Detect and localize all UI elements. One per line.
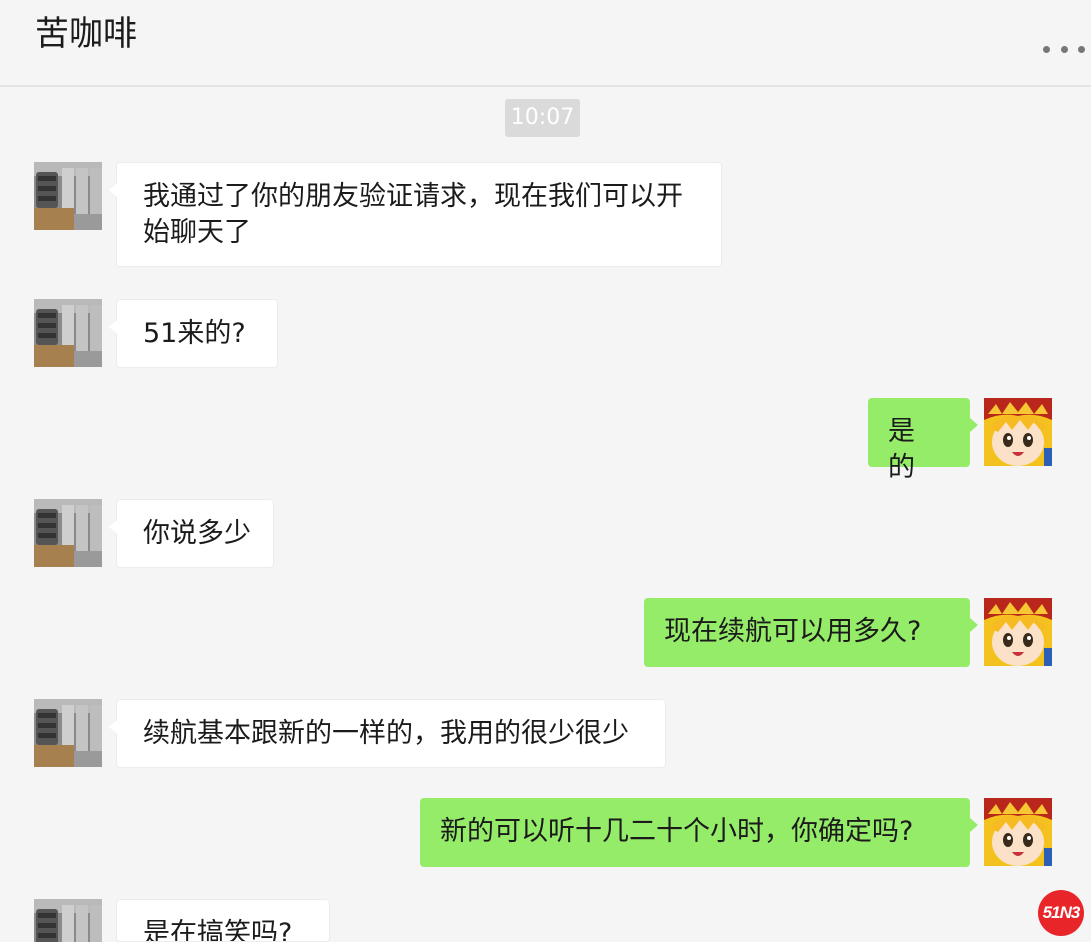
outgoing-message-bubble[interactable]: 现在续航可以用多久?: [644, 598, 978, 667]
speaker-photo-avatar[interactable]: [34, 499, 102, 567]
message-timestamp: 10:07: [505, 99, 580, 137]
site-watermark-logo: 51N3: [1038, 890, 1084, 936]
more-dots-icon[interactable]: [1043, 40, 1085, 58]
chat-title: 苦咖啡: [35, 14, 137, 54]
speaker-photo-avatar[interactable]: [34, 162, 102, 230]
speaker-photo-avatar[interactable]: [34, 699, 102, 767]
cartoon-boy-avatar[interactable]: [984, 598, 1052, 666]
incoming-message-bubble[interactable]: 是在搞笑吗?: [116, 899, 330, 942]
incoming-message-bubble[interactable]: 续航基本跟新的一样的，我用的很少很少: [109, 699, 666, 768]
speaker-photo-avatar[interactable]: [34, 899, 102, 942]
dot: [1043, 45, 1050, 53]
cartoon-boy-avatar[interactable]: [984, 798, 1052, 866]
incoming-message-bubble[interactable]: 你说多少: [109, 499, 274, 568]
outgoing-message-bubble[interactable]: 是的: [868, 398, 978, 483]
dot: [1078, 45, 1085, 53]
speaker-photo-avatar[interactable]: [34, 299, 102, 367]
chat-header: 苦咖啡: [0, 0, 1091, 87]
cartoon-boy-avatar[interactable]: [984, 398, 1052, 466]
incoming-message-bubble[interactable]: 我通过了你的朋友验证请求，现在我们可以开始聊天了: [109, 162, 722, 267]
incoming-message-bubble[interactable]: 51来的?: [109, 299, 278, 368]
outgoing-message-bubble[interactable]: 新的可以听十几二十个小时，你确定吗?: [420, 798, 978, 867]
dot: [1060, 45, 1068, 53]
